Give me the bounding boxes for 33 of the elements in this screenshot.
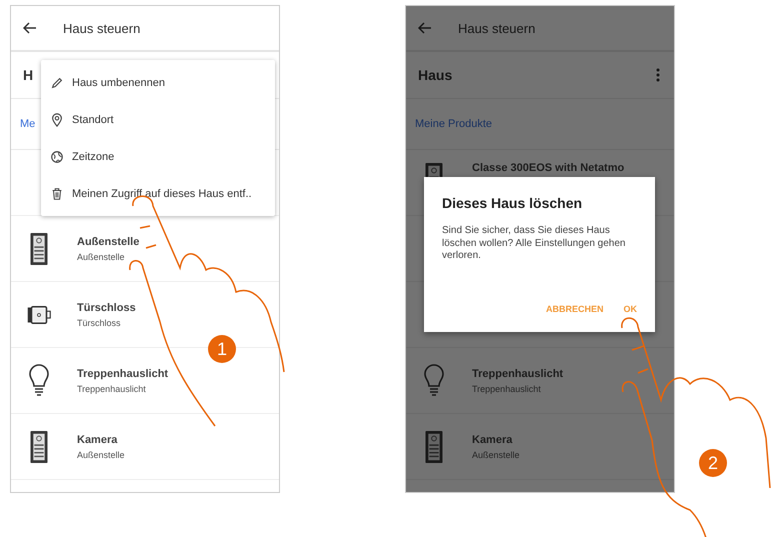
product-name[interactable]: Außenstelle (77, 236, 140, 248)
home-name: H (23, 67, 34, 83)
back-arrow-icon[interactable] (23, 22, 37, 34)
pencil-icon (50, 76, 64, 90)
menu-item[interactable]: Meinen Zugriff auf dieses Haus entf.. (41, 175, 275, 212)
product-name[interactable]: Classe 300EOS with Netatmo (472, 162, 624, 174)
screen-title: Haus steuern (63, 20, 140, 36)
product-name[interactable]: Kamera (472, 434, 520, 446)
dialog-message: Sind Sie sicher, dass Sie dieses Haus löschen wollen? Alle Einstellungen gehen verloren. (442, 225, 626, 262)
screen-title: Haus steuern (458, 20, 536, 36)
location-pin-icon (50, 112, 64, 126)
trash-icon (50, 186, 64, 200)
menu-item[interactable]: Zeitzone (41, 138, 275, 175)
light-bulb-icon (27, 364, 51, 398)
product-type: Außenstelle (77, 450, 125, 460)
more-options-icon[interactable] (656, 68, 660, 82)
product-type: Außenstelle (77, 252, 126, 262)
light-bulb-icon (422, 364, 446, 398)
product-type: Treppenhauslicht (77, 384, 147, 394)
product-name[interactable]: Treppenhauslicht (77, 368, 168, 380)
menu-item[interactable]: Standort (41, 101, 275, 138)
globe-icon (50, 150, 64, 164)
home-name: Haus (418, 67, 452, 83)
step-number-badge: 2 (699, 449, 727, 477)
product-type: Türschloss (77, 318, 122, 328)
product-name[interactable]: Kamera (77, 434, 125, 446)
dialog-title: Dieses Haus löschen (442, 195, 584, 211)
product-type: Treppenhauslicht (472, 384, 542, 394)
product-name[interactable]: Türschloss (77, 302, 136, 314)
product-name[interactable]: Treppenhauslicht (472, 368, 564, 380)
product-type: Außenstelle (472, 450, 520, 460)
menu-item[interactable]: Haus umbenennen (41, 64, 275, 101)
my-products-link[interactable]: Me (20, 118, 36, 130)
